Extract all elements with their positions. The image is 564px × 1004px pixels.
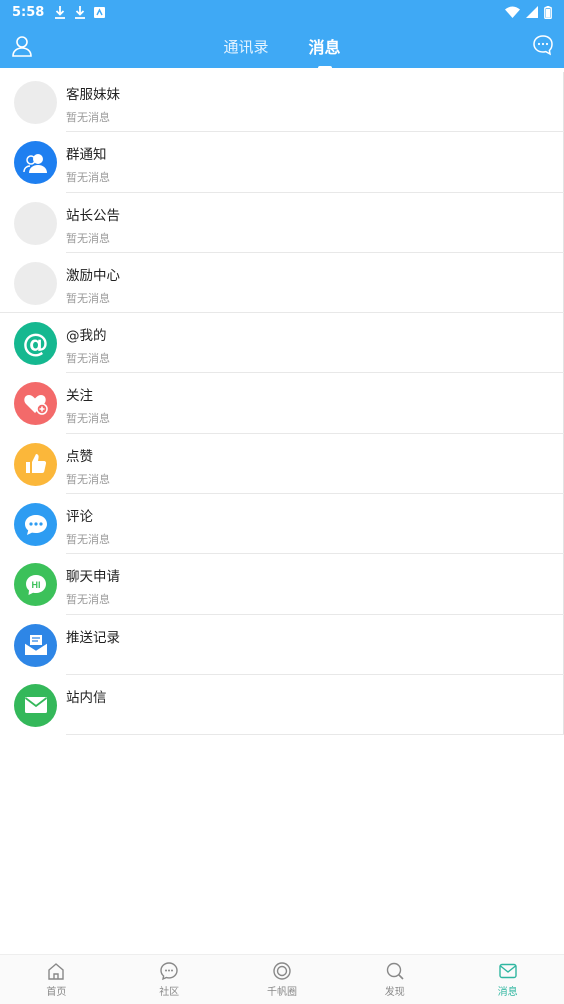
at-icon: @ [14,322,57,366]
download-icon [75,6,86,19]
list-item-title: 站长公告 [66,207,120,224]
header-tabs: 通讯录 消息 [0,24,564,70]
nav-label: 首页 [46,987,67,998]
list-item-title: 点赞 [66,448,93,465]
status-time: 5:58 [12,4,45,20]
list-item-title: 聊天申请 [66,569,120,586]
group-icon [14,141,57,185]
nav-label: 社区 [159,987,180,998]
list-item-incentive[interactable]: 激励中心 暂无消息 [0,253,564,314]
list-item-customer-service[interactable]: 客服妹妹 暂无消息 [0,72,564,133]
download-icon [55,6,66,19]
list-item-subtitle: 暂无消息 [66,291,110,305]
wifi-icon [505,6,520,18]
list-item-site-mail[interactable]: 站内信 [0,675,564,736]
list-item-title: 评论 [66,509,93,526]
list-item-subtitle: 暂无消息 [66,111,110,124]
nav-community[interactable]: 社区 [113,955,226,1004]
list-item-title: 关注 [66,388,93,405]
nav-home[interactable]: 首页 [0,955,113,1004]
list-item-announcement[interactable]: 站长公告 暂无消息 [0,193,564,253]
push-record-icon [14,623,57,667]
hi-bubble-icon: HI [14,563,57,607]
signal-icon [526,6,538,18]
message-icon [498,963,517,979]
list-item-group-notice[interactable]: 群通知 暂无消息 [0,132,564,193]
top-bar: 通讯录 消息 [0,24,564,70]
nav-messages[interactable]: 消息 [451,955,564,1004]
avatar-placeholder [14,201,57,245]
nav-discover[interactable]: 发现 [338,955,451,1004]
search-icon [386,962,404,980]
list-item-comments[interactable]: 评论 暂无消息 [0,494,564,555]
list-item-chat-request[interactable]: HI 聊天申请 暂无消息 [0,554,564,615]
envelope-icon [14,683,57,727]
list-item-title: 站内信 [66,689,107,706]
message-list: 客服妹妹 暂无消息 群通知 暂无消息 站长公告 暂无消息 激励中心 暂无消息 @… [0,72,564,736]
list-item-title: @我的 [66,328,107,345]
list-item-subtitle: 暂无消息 [66,533,110,547]
tab-contacts[interactable]: 通讯录 [221,36,270,57]
status-bar: 5:58 [0,0,564,24]
nav-circle[interactable]: 千帆圈 [226,955,339,1004]
divider [66,734,564,736]
list-item-follow[interactable]: 关注 暂无消息 [0,373,564,434]
list-item-subtitle: 暂无消息 [66,231,110,245]
list-item-subtitle: 暂无消息 [66,171,110,185]
app-notification-icon [94,6,106,18]
avatar-placeholder [14,81,57,124]
list-item-title: 群通知 [66,147,107,164]
nav-label: 消息 [497,987,518,998]
svg-text:HI: HI [31,580,40,590]
thumbs-up-icon [14,442,57,486]
bottom-nav: 首页 社区 千帆圈 发现 消息 [0,954,564,1004]
nav-label: 千帆圈 [266,987,297,998]
list-item-subtitle: 暂无消息 [66,472,110,486]
list-item-subtitle: 暂无消息 [66,593,110,607]
tab-messages[interactable]: 消息 [307,34,343,70]
battery-icon [544,5,552,19]
status-notification-icons [54,5,106,19]
list-item-likes[interactable]: 点赞 暂无消息 [0,434,564,495]
list-item-title: 推送记录 [66,629,120,646]
list-item-push-records[interactable]: 推送记录 [0,615,564,675]
comment-icon [14,503,57,547]
list-item-title: 客服妹妹 [66,87,120,103]
list-item-title: 激励中心 [66,267,120,284]
chat-bubble-icon[interactable] [532,34,554,56]
community-icon [160,962,178,981]
circle-icon [273,962,291,980]
nav-label: 发现 [384,987,405,998]
list-item-subtitle: 暂无消息 [66,412,110,426]
avatar-placeholder [14,261,57,305]
heart-plus-icon [14,382,57,426]
list-item-subtitle: 暂无消息 [66,352,110,366]
home-icon [48,963,65,980]
list-item-mentions[interactable]: @ @我的 暂无消息 [0,313,564,374]
